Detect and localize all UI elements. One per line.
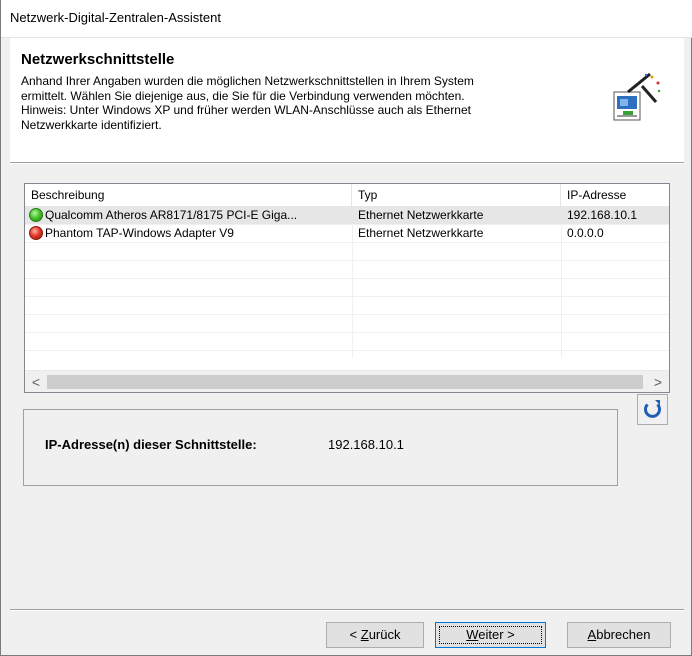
column-header-type[interactable]: Typ [352,184,561,206]
ip-value: 192.168.10.1 [328,437,404,452]
column-header-description[interactable]: Beschreibung [25,184,352,206]
ip-info-panel: IP-Adresse(n) dieser Schnittstelle: 192.… [23,409,618,486]
back-button[interactable]: < Zurück [326,622,424,648]
back-prefix: < [349,627,361,642]
window-title: Netzwerk-Digital-Zentralen-Assistent [10,10,221,25]
description-line: Anhand Ihrer Angaben wurden die mögliche… [21,74,474,88]
page-title: Netzwerkschnittstelle [21,51,175,68]
row-description: Qualcomm Atheros AR8171/8175 PCI-E Giga.… [45,208,298,222]
table-row[interactable]: Qualcomm Atheros AR8171/8175 PCI-E Giga.… [25,206,669,224]
description-line: Netzwerkkarte identifiziert. [21,117,162,132]
description-line: Hinweis: Unter Windows XP und früher wer… [21,103,471,117]
grid-line [25,314,669,315]
grid-line [25,332,669,333]
refresh-icon [644,400,661,418]
title-bar: Netzwerk-Digital-Zentralen-Assistent [1,0,692,38]
grid-line [25,278,669,279]
interface-list[interactable]: Beschreibung Typ IP-Adresse Qualcomm Ath… [24,183,670,393]
horizontal-scrollbar[interactable]: < > [25,370,669,392]
cancel-mnemonic: A [587,627,597,642]
back-label: urück [368,627,401,642]
wizard-header: Netzwerkschnittstelle Anhand Ihrer Angab… [10,38,684,162]
row-type: Ethernet Netzwerkkarte [358,208,484,222]
grid-line [25,296,669,297]
network-wizard-icon [606,72,662,128]
row-ip: 192.168.10.1 [567,208,638,222]
column-header-ip[interactable]: IP-Adresse [561,184,669,206]
next-button[interactable]: Weiter > [435,622,546,648]
wizard-window: Netzwerk-Digital-Zentralen-Assistent Net… [0,0,692,656]
status-error-icon [29,226,43,240]
row-description: Phantom TAP-Windows Adapter V9 [45,226,234,240]
focus-rect [439,626,542,644]
scroll-left-button[interactable]: < [25,371,47,392]
cancel-label: bbrechen [596,627,651,642]
back-mnemonic: Z [360,627,369,642]
grid-line [25,260,669,261]
cancel-button[interactable]: Abbrechen [567,622,671,648]
table-row[interactable]: Phantom TAP-Windows Adapter V9 Ethernet … [25,224,669,242]
grid-line [25,242,669,243]
refresh-button[interactable] [637,394,668,425]
row-type: Ethernet Netzwerkkarte [358,226,484,240]
grid-line [25,350,669,351]
list-header: Beschreibung Typ IP-Adresse [25,184,669,207]
header-separator [10,162,684,164]
ip-label: IP-Adresse(n) dieser Schnittstelle: [45,437,257,452]
status-ok-icon [29,208,43,222]
scroll-right-button[interactable]: > [647,371,669,392]
scrollbar-thumb[interactable] [47,375,643,389]
row-ip: 0.0.0.0 [567,226,604,240]
description-line: ermittelt. Wählen Sie diejenige aus, die… [21,88,465,103]
footer-separator [10,609,684,611]
page-description: Anhand Ihrer Angaben wurden die mögliche… [21,74,581,132]
